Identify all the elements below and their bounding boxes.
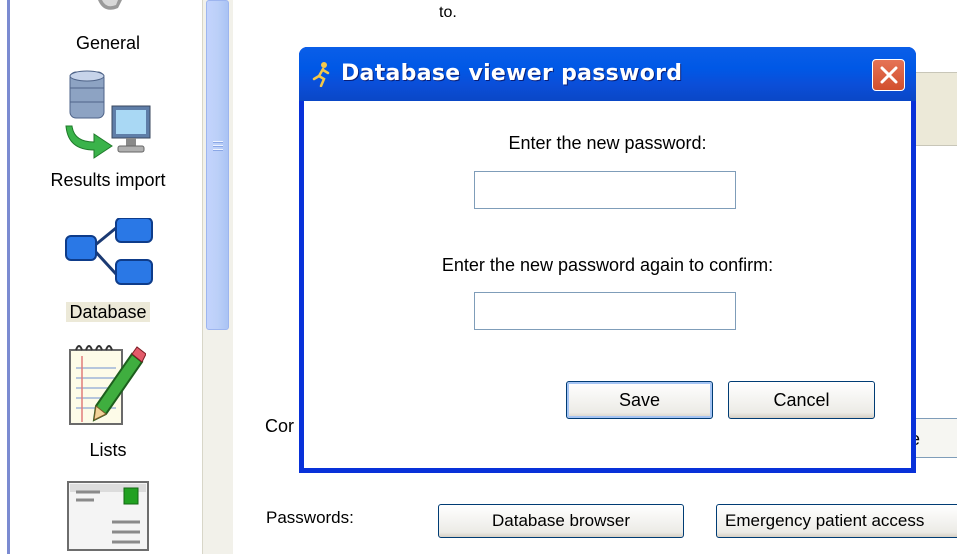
dialog-titlebar[interactable]: Database viewer password [299, 47, 916, 101]
confirm-password-prompt: Enter the new password again to confirm: [441, 255, 774, 275]
sidebar-item-database[interactable]: Database [14, 212, 202, 332]
sidebar-item-label: General [75, 33, 141, 53]
sidebar-item-lists[interactable]: Lists [14, 340, 202, 464]
dialog-title: Database viewer password [341, 61, 683, 86]
new-password-field[interactable] [474, 171, 736, 209]
sidebar-item-results-import[interactable]: Results import [14, 68, 202, 196]
sidebar-item-general[interactable]: General [14, 0, 202, 60]
sidebar-scrollbar[interactable] [202, 0, 234, 554]
connection-label-partial: Cor [265, 416, 295, 436]
confirm-password-field[interactable] [474, 292, 736, 330]
app-runner-icon [312, 62, 330, 87]
close-icon [880, 66, 898, 84]
notepad-pencil-icon [69, 345, 146, 425]
new-password-prompt: Enter the new password: [508, 133, 707, 153]
emergency-patient-access-button[interactable]: Emergency patient access [716, 504, 957, 538]
grip-icon [213, 141, 223, 151]
database-import-icon [65, 70, 151, 159]
sidebar-item-document[interactable] [14, 478, 202, 554]
sidebar-item-label: Lists [89, 440, 127, 460]
close-button[interactable] [872, 59, 905, 91]
left-border [0, 0, 14, 554]
to-label: to. [439, 4, 457, 21]
sidebar-item-label: Results import [50, 170, 166, 190]
options-sidebar: General Results import Database Lists [14, 0, 202, 554]
database-tree-icon [65, 218, 153, 285]
save-button[interactable]: Save [566, 381, 713, 419]
general-settings-icon [98, 0, 122, 10]
database-browser-button[interactable]: Database browser [438, 504, 684, 538]
passwords-label: Passwords: [266, 508, 354, 527]
document-card-icon [67, 481, 149, 551]
sidebar-item-label: Database [14, 302, 202, 323]
cancel-button[interactable]: Cancel [728, 381, 875, 419]
database-viewer-password-dialog: Database viewer password Enter the new p… [299, 47, 916, 473]
scrollbar-thumb[interactable] [206, 0, 229, 330]
